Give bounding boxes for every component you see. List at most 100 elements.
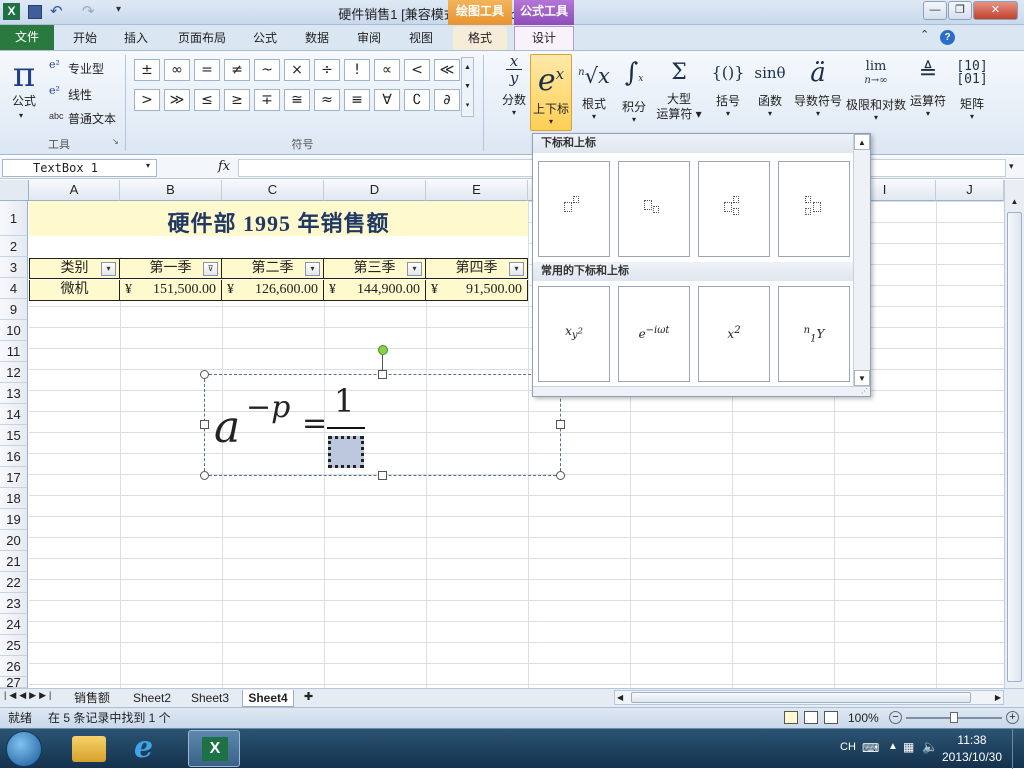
operator-button[interactable]: ≜ 运算符 ▾ [908,54,948,128]
zoom-thumb[interactable] [950,712,958,723]
symbol-row1-3[interactable]: ≠ [224,59,250,81]
column-header-b[interactable]: B [120,180,222,201]
row-header-17[interactable]: 17 [0,467,28,488]
row-header-9[interactable]: 9 [0,299,28,320]
sheet-nav-icon[interactable]: |◀◀▶▶| [4,690,54,701]
fx-icon[interactable]: fx [218,159,230,174]
symbol-row1-6[interactable]: ÷ [314,59,340,81]
row-header-25[interactable]: 25 [0,635,28,656]
zoom-level[interactable]: 100% [848,708,879,728]
resize-handle[interactable] [556,420,565,429]
dropdown-scrollbar[interactable]: ▲ ▼ [853,134,870,386]
symbol-row1-5[interactable]: × [284,59,310,81]
plain-text-button[interactable]: 普通文本 [68,110,116,127]
scroll-left-icon[interactable]: ◀ [617,691,623,704]
start-button-icon[interactable] [6,731,42,767]
row-header-15[interactable]: 15 [0,425,28,446]
row-header-27[interactable]: 27 [0,676,28,689]
dialog-launcher-icon[interactable]: ↘ [112,137,119,146]
page-layout-view-icon[interactable] [804,711,818,724]
integral-button[interactable]: ∫x 积分 ▾ [614,54,654,128]
keyboard-icon[interactable]: ⌨ [862,741,879,755]
scroll-up-icon[interactable]: ▲ [854,134,870,150]
symbol-row1-7[interactable]: ! [344,59,370,81]
symbol-row1-1[interactable]: ∞ [164,59,190,81]
zoom-out-icon[interactable]: − [889,711,902,724]
network-icon[interactable]: ▦ [903,740,914,754]
row-header-21[interactable]: 21 [0,551,28,572]
superscript-template[interactable] [538,161,610,257]
symbol-row2-7[interactable]: ≡ [344,89,370,111]
column-header-e[interactable]: E [426,180,528,201]
scroll-up-icon[interactable]: ▲ [1005,194,1024,210]
minimize-button[interactable]: — [923,1,947,20]
filter-active-icon[interactable]: ⊽ [203,262,218,276]
tab-insert[interactable]: 插入 [113,27,159,50]
cell-category[interactable]: 微机 [29,280,120,301]
cell-q2[interactable]: ¥126,600.00 [222,280,324,301]
symbol-row1-4[interactable]: ~ [254,59,280,81]
insert-sheet-icon[interactable]: ✚ [304,690,313,703]
file-explorer-icon[interactable] [72,736,106,762]
fraction-button[interactable]: xy 分数 ▾ [494,54,534,128]
symbol-row2-2[interactable]: ≤ [194,89,220,111]
common-script-1[interactable]: xy2 [538,286,610,382]
cell-q4[interactable]: ¥91,500.00 [426,280,528,301]
common-script-4[interactable]: n1Y [778,286,850,382]
context-drawing-tools[interactable]: 绘图工具 [448,0,512,25]
symbol-row2-8[interactable]: ∀ [374,89,400,111]
row-header-19[interactable]: 19 [0,509,28,530]
name-box[interactable]: TextBox 1 [2,159,157,177]
symbol-row2-4[interactable]: ∓ [254,89,280,111]
row-header-18[interactable]: 18 [0,488,28,509]
cell-q3[interactable]: ¥144,900.00 [324,280,426,301]
resize-handle[interactable] [200,420,209,429]
linear-icon[interactable]: e² [49,84,60,97]
scroll-thumb[interactable] [1007,212,1022,682]
symbol-row1-10[interactable]: ≪ [434,59,460,81]
horizontal-scrollbar[interactable]: ◀ ▶ [614,690,1004,705]
normal-view-icon[interactable] [784,711,798,724]
column-header-d[interactable]: D [324,180,426,201]
symbol-row2-6[interactable]: ≈ [314,89,340,111]
rotate-handle[interactable] [378,345,388,355]
symbol-row2-9[interactable]: ∁ [404,89,430,111]
symbol-row2-0[interactable]: > [134,89,160,111]
left-sub-superscript-template[interactable] [778,161,850,257]
denominator-placeholder[interactable] [328,436,364,468]
row-header-23[interactable]: 23 [0,593,28,614]
symbol-row2-3[interactable]: ≥ [224,89,250,111]
tab-file[interactable]: 文件 [0,25,54,50]
row-header-24[interactable]: 24 [0,614,28,635]
radical-button[interactable]: n√x 根式 ▾ [574,54,614,128]
context-formula-tools[interactable]: 公式工具 [514,0,574,25]
tab-page-layout[interactable]: 页面布局 [170,27,234,50]
equation-pi-icon[interactable]: π [7,55,41,95]
symbol-row2-10[interactable]: ∂ [434,89,460,111]
symbol-row1-8[interactable]: ∝ [374,59,400,81]
help-icon[interactable]: ? [940,30,955,45]
tab-formulas[interactable]: 公式 [243,27,287,50]
name-box-dropdown-icon[interactable]: ▾ [146,161,150,170]
header-q3[interactable]: 第三季 ▾ [324,258,426,279]
row-header-22[interactable]: 22 [0,572,28,593]
equation[interactable]: a −p = 1 [214,382,414,474]
row-header-4[interactable]: 4 [0,278,28,299]
row-header-20[interactable]: 20 [0,530,28,551]
row-header-14[interactable]: 14 [0,404,28,425]
close-button[interactable]: ✕ [973,1,1018,20]
abc-icon[interactable]: abc [49,111,64,121]
scroll-right-icon[interactable]: ▶ [995,691,1001,704]
header-q4[interactable]: 第四季 ▾ [426,258,528,279]
row-header-16[interactable]: 16 [0,446,28,467]
scroll-thumb[interactable] [631,692,971,703]
row-header-1[interactable]: 1 [0,201,28,236]
limit-log-button[interactable]: lim n→∞ 极限和对数 ▾ [844,54,908,128]
row-header-10[interactable]: 10 [0,320,28,341]
row-header-13[interactable]: 13 [0,383,28,404]
bracket-button[interactable]: {()} 括号 ▾ [708,54,748,128]
matrix-button[interactable]: [10] [01] 矩阵 ▾ [952,54,992,128]
cell-q1[interactable]: ¥151,500.00 [120,280,222,301]
equation-button-label[interactable]: 公式 [4,92,44,109]
filter-dropdown-icon[interactable]: ▾ [305,262,320,276]
